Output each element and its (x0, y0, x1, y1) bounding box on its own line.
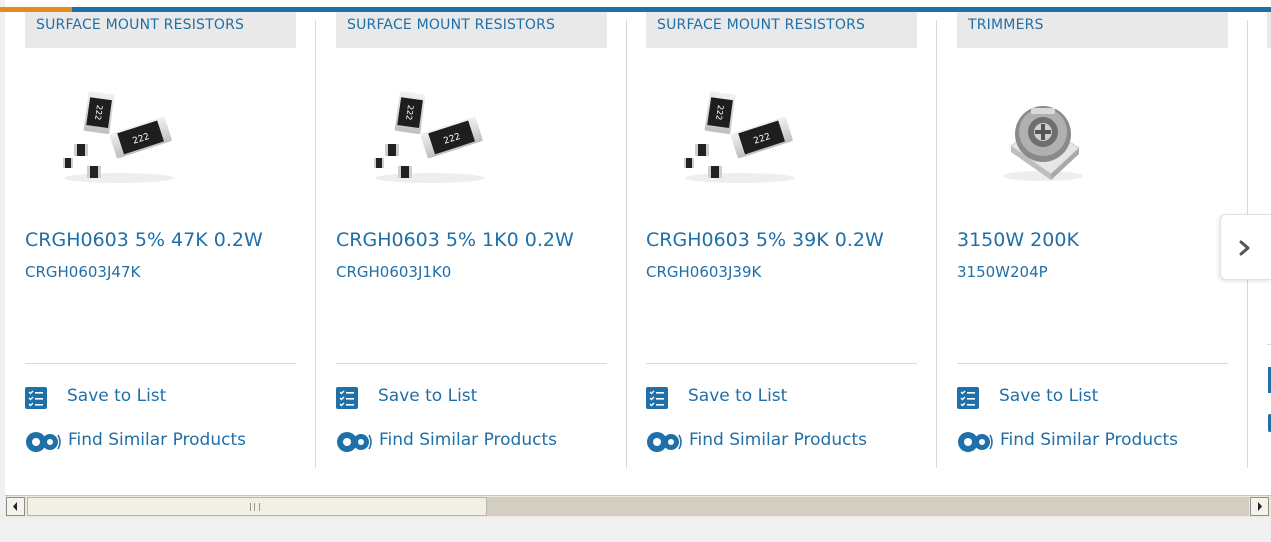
part-number-link[interactable]: CRGH0603J39K (646, 263, 761, 281)
arrow-right-icon (1258, 502, 1262, 511)
find-similar-products-link[interactable]: Find Similar Products (379, 430, 557, 450)
save-to-list-link[interactable]: Save to List (688, 386, 787, 406)
product-card: SURFACE MOUNT RESISTORS 222 222 CRGH0603… (5, 12, 315, 468)
horizontal-scrollbar[interactable] (5, 495, 1271, 517)
scroll-left-button[interactable] (6, 497, 25, 516)
scrollbar-grip-icon (250, 503, 260, 511)
category-tag[interactable]: SURFACE MOUNT RESISTORS (646, 12, 917, 48)
category-tag[interactable]: SURFACE MOUNT RESISTORS (336, 12, 607, 48)
category-tag-partial (1267, 12, 1271, 48)
part-number-link[interactable]: CRGH0603J1K0 (336, 263, 451, 281)
category-tag[interactable]: TRIMMERS (957, 12, 1228, 48)
find-similar-gears-icon[interactable] (646, 431, 684, 453)
scrollbar-track[interactable] (487, 497, 1249, 516)
part-number-link[interactable]: 3150W204P (957, 263, 1048, 281)
save-to-list-link[interactable]: Save to List (999, 386, 1098, 406)
category-tag[interactable]: SURFACE MOUNT RESISTORS (25, 12, 296, 48)
product-card: TRIMMERS 3150W 200K 3150W204P Save to Li… (937, 12, 1247, 468)
find-similar-gears-icon[interactable] (957, 431, 995, 453)
product-title-link[interactable]: CRGH0603 5% 39K 0.2W (646, 229, 884, 251)
trimmer-potentiometer-image[interactable] (981, 86, 1111, 186)
smd-resistor-chips-image[interactable]: 222 222 (360, 86, 490, 186)
product-title-link[interactable]: CRGH0603 5% 1K0 0.2W (336, 229, 574, 251)
checklist-icon[interactable] (25, 387, 47, 409)
checklist-icon[interactable] (957, 387, 979, 409)
find-similar-gears-icon[interactable] (25, 431, 63, 453)
carousel-next-button[interactable] (1220, 214, 1271, 280)
chevron-right-icon (1239, 240, 1250, 256)
product-title-link[interactable]: CRGH0603 5% 47K 0.2W (25, 229, 263, 251)
scroll-right-button[interactable] (1250, 497, 1269, 516)
smd-resistor-chips-image[interactable]: 222 222 (49, 86, 179, 186)
card-divider-line (336, 363, 607, 364)
find-similar-gears-icon[interactable] (336, 431, 374, 453)
find-similar-products-link[interactable]: Find Similar Products (689, 430, 867, 450)
card-divider-line (646, 363, 917, 364)
product-carousel: SURFACE MOUNT RESISTORS 222 222 CRGH0603… (5, 12, 1271, 495)
card-divider-line (25, 363, 296, 364)
arrow-left-icon (13, 502, 17, 511)
card-divider-line (957, 363, 1228, 364)
part-number-link[interactable]: CRGH0603J47K (25, 263, 140, 281)
save-to-list-link[interactable]: Save to List (378, 386, 477, 406)
card-divider-line (1267, 344, 1271, 345)
find-similar-products-link[interactable]: Find Similar Products (1000, 430, 1178, 450)
scrollbar-thumb[interactable] (27, 497, 487, 516)
checklist-icon[interactable] (646, 387, 668, 409)
page-footer-background (5, 517, 1271, 542)
save-to-list-link[interactable]: Save to List (67, 386, 166, 406)
find-similar-products-link[interactable]: Find Similar Products (68, 430, 246, 450)
smd-resistor-chips-image[interactable]: 222 222 (670, 86, 800, 186)
product-card: SURFACE MOUNT RESISTORS 222 222 CRGH0603… (316, 12, 626, 468)
product-title-link[interactable]: 3150W 200K (957, 229, 1079, 251)
product-card: SURFACE MOUNT RESISTORS 222 222 CRGH0603… (626, 12, 936, 468)
checklist-icon[interactable] (336, 387, 358, 409)
